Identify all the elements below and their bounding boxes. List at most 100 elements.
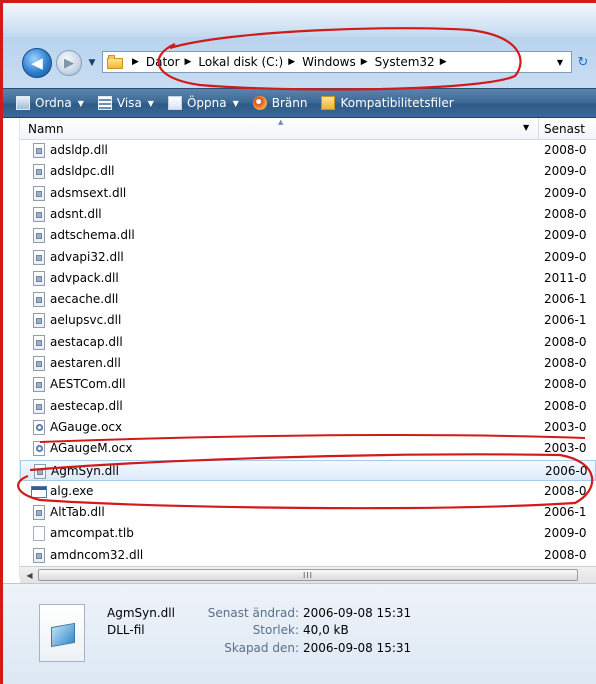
- file-date: 2006-1: [544, 292, 587, 307]
- view-button[interactable]: Visa ▼: [97, 96, 154, 110]
- scrollbar-grip: III: [302, 570, 314, 580]
- file-row[interactable]: amdncom32.dll 2008-0: [20, 545, 596, 566]
- folder-icon: [107, 55, 123, 69]
- file-date: 2008-0: [544, 334, 587, 349]
- compat-label: Kompatibilitetsfiler: [340, 96, 454, 110]
- open-button[interactable]: Öppna ▼: [167, 96, 239, 110]
- dll-file-icon: [33, 547, 45, 563]
- file-row[interactable]: adsnt.dll 2008-0: [20, 204, 596, 225]
- file-row[interactable]: aelupsvc.dll 2006-1: [20, 310, 596, 331]
- file-name: aecache.dll: [50, 292, 119, 307]
- details-created-value: 2006-09-08 15:31: [303, 641, 412, 655]
- dll-file-icon: [33, 398, 45, 414]
- exe-file-icon: [31, 485, 47, 498]
- scrollbar-thumb[interactable]: III: [38, 569, 578, 581]
- file-row[interactable]: aestacap.dll 2008-0: [20, 332, 596, 353]
- file-date: 2006-1: [544, 313, 587, 328]
- crumb-separator-icon[interactable]: ▶: [288, 57, 295, 67]
- details-file-name: AgmSyn.dll: [107, 606, 175, 620]
- ocx-file-icon: [33, 419, 45, 435]
- file-row[interactable]: aestecap.dll 2008-0: [20, 396, 596, 417]
- file-name: amdncom32.dll: [50, 547, 144, 562]
- dll-file-icon: [33, 356, 45, 371]
- file-date: 2008-0: [544, 206, 587, 221]
- dll-file-icon: [39, 604, 85, 662]
- file-name: adsnt.dll: [50, 206, 102, 221]
- forward-button[interactable]: ▶: [56, 50, 82, 76]
- crumb-separator-icon[interactable]: ▶: [132, 57, 139, 67]
- dll-file-icon: [34, 463, 46, 479]
- dll-file-icon: [33, 292, 45, 308]
- crumb-separator-icon[interactable]: ▶: [440, 57, 447, 67]
- file-name: amcompat.tlb: [50, 526, 134, 541]
- details-modified-value: 2006-09-08 15:31: [303, 606, 412, 620]
- file-name: adsldp.dll: [50, 143, 108, 157]
- file-row[interactable]: adsmsext.dll 2009-0: [20, 183, 596, 204]
- file-list: adsldp.dll 2008-0 adsldpc.dll 2009-0 adsmsex…: [20, 140, 596, 566]
- breadcrumb-dator[interactable]: Dator: [146, 55, 180, 69]
- dll-file-icon: [33, 164, 45, 180]
- address-bar[interactable]: ▶ Dator ▶ Lokal disk (C:) ▶ Windows ▶ Sy…: [102, 51, 572, 73]
- title-glass: [3, 3, 596, 37]
- compatibility-files-button[interactable]: Kompatibilitetsfiler: [321, 96, 454, 110]
- address-dropdown-button[interactable]: ▼: [550, 52, 570, 72]
- column-name-header[interactable]: Namn: [28, 122, 64, 136]
- file-row[interactable]: AgmSyn.dll 2006-0: [20, 459, 596, 481]
- file-date: 2009-0: [544, 164, 587, 179]
- column-divider[interactable]: [538, 118, 539, 140]
- file-name: AESTCom.dll: [50, 377, 126, 392]
- view-label: Visa: [116, 96, 142, 110]
- burn-button[interactable]: Bränn: [252, 96, 307, 110]
- file-date: 2006-0: [545, 463, 588, 478]
- dll-file-icon: [33, 377, 45, 393]
- file-row[interactable]: AGaugeM.ocx 2003-0: [20, 438, 596, 459]
- arrow-left-icon: ◀: [31, 54, 43, 72]
- dll-file-icon: [33, 143, 45, 158]
- crumb-separator-icon[interactable]: ▶: [185, 57, 192, 67]
- horizontal-scrollbar[interactable]: ◀ III: [20, 566, 596, 583]
- chevron-down-icon: ▼: [232, 98, 239, 108]
- back-button[interactable]: ◀: [22, 48, 52, 78]
- file-row[interactable]: adtschema.dll 2009-0: [20, 225, 596, 246]
- history-dropdown[interactable]: ▼: [86, 56, 98, 70]
- file-name: AGauge.ocx: [50, 419, 123, 434]
- sort-ascending-icon: ▲: [278, 118, 284, 126]
- arrow-right-icon: ▶: [64, 55, 74, 71]
- file-date: 2011-0: [544, 270, 587, 285]
- breadcrumb-windows[interactable]: Windows: [302, 55, 356, 69]
- file-name: aestaren.dll: [50, 356, 121, 370]
- file-row[interactable]: AGauge.ocx 2003-0: [20, 417, 596, 438]
- scroll-left-icon[interactable]: ◀: [22, 568, 37, 582]
- dll-file-icon: [33, 228, 45, 244]
- file-date: 2008-0: [544, 143, 587, 157]
- navigation-pane-edge: [3, 118, 20, 578]
- file-row[interactable]: adsldpc.dll 2009-0: [20, 161, 596, 182]
- dll-file-icon: [33, 249, 45, 265]
- file-row[interactable]: aecache.dll 2006-1: [20, 289, 596, 310]
- file-row[interactable]: alg.exe 2008-0: [20, 481, 596, 502]
- details-size-label: Storlek:: [252, 623, 299, 637]
- file-date: 2009-0: [544, 228, 587, 243]
- column-filter-dropdown[interactable]: ▼: [523, 123, 529, 132]
- breadcrumb-local-disk[interactable]: Lokal disk (C:): [198, 55, 283, 69]
- organize-button[interactable]: Ordna ▼: [16, 96, 84, 110]
- crumb-separator-icon[interactable]: ▶: [361, 57, 368, 67]
- file-name: AltTab.dll: [50, 505, 105, 520]
- red-frame-top: [0, 0, 596, 3]
- file-row[interactable]: AESTCom.dll 2008-0: [20, 374, 596, 395]
- file-row[interactable]: aestaren.dll 2008-0: [20, 353, 596, 374]
- dll-file-icon: [33, 313, 45, 329]
- file-row[interactable]: adsldp.dll 2008-0: [20, 140, 596, 161]
- file-date: 2008-0: [544, 398, 587, 413]
- file-row[interactable]: advpack.dll 2011-0: [20, 268, 596, 289]
- organize-label: Ordna: [35, 96, 72, 110]
- breadcrumb-system32[interactable]: System32: [375, 55, 435, 69]
- file-row[interactable]: advapi32.dll 2009-0: [20, 247, 596, 268]
- column-date-header[interactable]: Senast: [544, 122, 585, 136]
- ocx-file-icon: [33, 441, 45, 457]
- refresh-icon[interactable]: ↻: [574, 53, 592, 71]
- file-date: 2008-0: [544, 547, 587, 562]
- file-row[interactable]: amcompat.tlb 2009-0: [20, 523, 596, 544]
- file-name: AGaugeM.ocx: [50, 441, 133, 456]
- file-row[interactable]: AltTab.dll 2006-1: [20, 502, 596, 523]
